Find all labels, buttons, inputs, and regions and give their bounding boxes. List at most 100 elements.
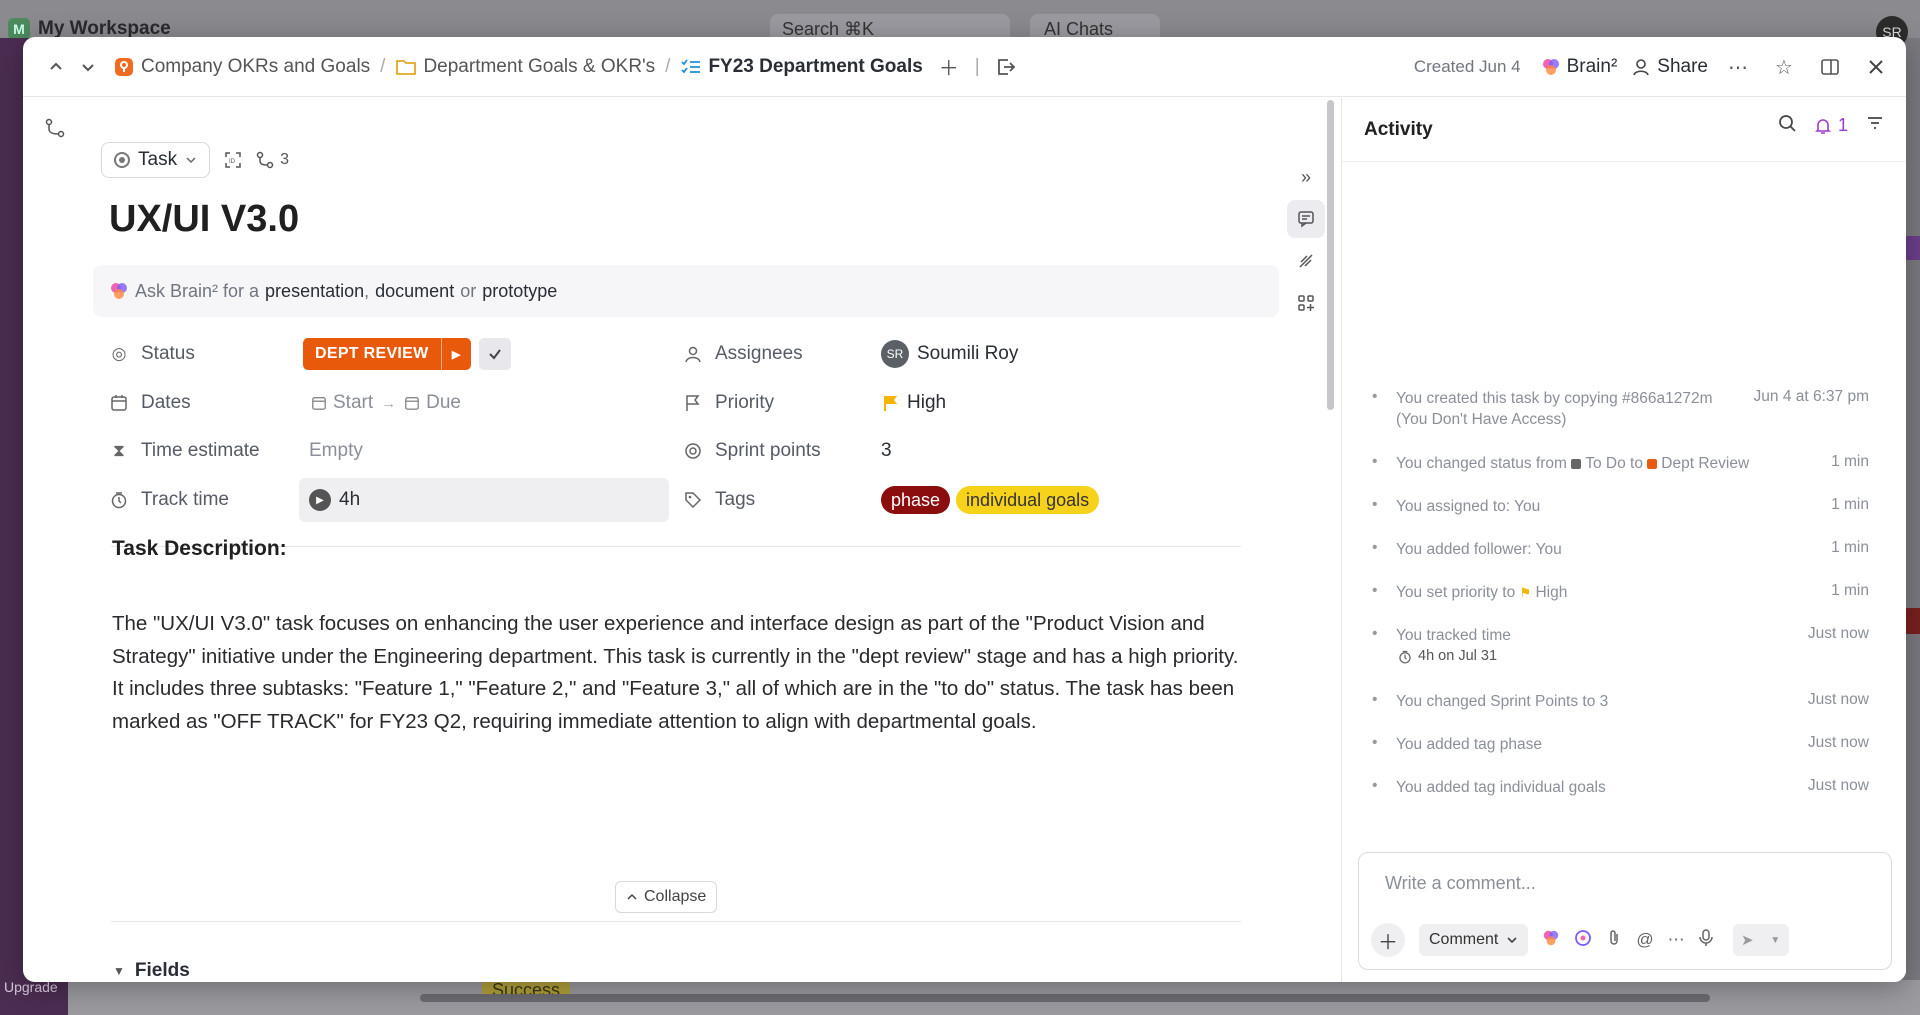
tag-icon [683, 490, 703, 510]
send-button[interactable]: ➤ ▼ [1732, 924, 1789, 956]
priority-value[interactable]: High [883, 381, 946, 425]
add-attachment-button[interactable]: ＋ [1371, 923, 1405, 957]
ask-or: or [460, 280, 477, 301]
activity-panel: Activity 1 • You created this task by co… [1341, 98, 1906, 982]
background-side-tab [1904, 236, 1920, 260]
background-horizontal-scrollbar[interactable] [420, 994, 1710, 1002]
time-estimate-value[interactable]: Empty [309, 429, 363, 473]
dates-value: Start → Due [311, 381, 461, 425]
status-icon: ◎ [111, 344, 127, 363]
favorite-star-icon[interactable]: ☆ [1768, 51, 1800, 83]
previous-task-button[interactable] [39, 50, 73, 84]
brain-icon[interactable] [1542, 929, 1560, 952]
comment-type-label: Comment [1429, 931, 1499, 948]
fields-section-toggle[interactable]: ▼ Fields [113, 960, 190, 982]
tag-individual-goals[interactable]: individual goals [956, 486, 1100, 514]
breadcrumb-label: Department Goals & OKR's [423, 55, 656, 77]
add-icon[interactable]: ＋ [933, 51, 965, 83]
task-id-button[interactable]: ID [224, 151, 242, 169]
brain-icon [111, 283, 127, 299]
task-type-selector[interactable]: Task [101, 142, 211, 178]
breadcrumb-list[interactable]: FY23 Department Goals [680, 55, 923, 78]
hourglass-icon: ⧗ [113, 441, 125, 460]
track-time-button[interactable]: ▶ 4h [299, 478, 669, 522]
next-task-button[interactable] [71, 50, 105, 84]
field-label: ◎ Status [109, 343, 195, 365]
task-title[interactable]: UX/UI V3.0 [109, 198, 299, 241]
activity-header: Activity 1 [1342, 98, 1906, 162]
brain-button[interactable]: Brain² [1541, 56, 1618, 78]
breadcrumb-folder[interactable]: Department Goals & OKR's [395, 56, 655, 78]
apps-icon[interactable] [1287, 284, 1325, 322]
comment-input[interactable]: Write a comment... [1385, 873, 1536, 894]
breadcrumb-label: FY23 Department Goals [708, 55, 923, 77]
priority-label: High [907, 392, 947, 413]
breadcrumb-space[interactable]: Company OKRs and Goals [113, 56, 370, 78]
link-icon[interactable] [1287, 242, 1325, 280]
collapse-button[interactable]: Collapse [615, 881, 718, 913]
share-button[interactable]: Share [1631, 56, 1708, 78]
more-options-icon[interactable]: ⋯ [1722, 51, 1754, 83]
task-main: Task ID 3 UX/UI V3.0 Ask Brain² for a pr… [23, 98, 1339, 982]
tag-phase[interactable]: phase [881, 486, 951, 514]
relationship-icon[interactable] [45, 118, 65, 144]
stopwatch-icon [1399, 650, 1411, 663]
mention-icon[interactable]: @ [1636, 930, 1653, 950]
ai-assist-icon[interactable] [1574, 929, 1592, 952]
breadcrumb-separator: / [665, 55, 671, 77]
filter-icon[interactable] [1866, 114, 1884, 137]
topbar-actions: Created Jun 4 Brain² Share ⋯ ☆ [1414, 37, 1892, 97]
comment-icon[interactable] [1287, 200, 1325, 238]
close-icon[interactable] [1860, 51, 1892, 83]
due-date-button[interactable]: Due [404, 392, 461, 414]
content-scrollbar[interactable] [1327, 100, 1334, 410]
fields-section-title: Fields [134, 960, 190, 981]
move-out-icon[interactable] [990, 51, 1022, 83]
task-type-icon [114, 152, 130, 168]
activity-title: Activity [1364, 118, 1433, 140]
expand-panel-icon[interactable]: » [1287, 158, 1325, 196]
status-dropdown[interactable]: DEPT REVIEW ▶ [303, 338, 471, 370]
attachment-icon[interactable] [1606, 929, 1622, 952]
subtasks-count[interactable]: 3 [256, 151, 289, 169]
ask-document-link[interactable]: document [375, 281, 454, 302]
share-label: Share [1657, 56, 1708, 77]
status-label: DEPT REVIEW [315, 345, 429, 362]
field-track-time: Track time [109, 478, 229, 522]
description-body[interactable]: The "UX/UI V3.0" task focuses on enhanci… [112, 608, 1252, 738]
task-type-bar: Task ID 3 [101, 142, 289, 178]
ask-presentation-link[interactable]: presentation, [265, 281, 369, 302]
ask-brain-bar[interactable]: Ask Brain² for a presentation, document … [93, 265, 1279, 317]
status-square-icon [1571, 458, 1582, 469]
ask-prototype-link[interactable]: prototype [482, 281, 557, 302]
flag-outline-icon [683, 393, 703, 413]
person-icon [683, 344, 703, 364]
brain-label: Brain² [1566, 56, 1618, 77]
chevron-down-icon [186, 157, 196, 164]
field-time-estimate: ⧗ Time estimate [109, 429, 260, 473]
next-status-arrow-icon[interactable]: ▶ [440, 338, 471, 370]
task-id-icon: ID [225, 152, 241, 168]
assignee-value[interactable]: SR Soumili Roy [881, 338, 1018, 370]
complete-task-button[interactable] [478, 338, 511, 370]
breadcrumb: Company OKRs and Goals / Department Goal… [113, 51, 1022, 83]
space-icon [113, 56, 135, 78]
calendar-icon [405, 397, 420, 410]
search-icon[interactable] [1778, 114, 1796, 137]
chevron-down-icon[interactable]: ▼ [1770, 935, 1780, 946]
play-icon[interactable]: ▶ [309, 489, 331, 511]
bell-icon [1815, 118, 1831, 134]
field-sprint-points: Sprint points [683, 429, 821, 473]
tracked-time-value: 4h [339, 489, 361, 510]
microphone-icon[interactable] [1698, 928, 1713, 952]
sidebar-toggle-icon[interactable] [1814, 51, 1846, 83]
breadcrumb-separator: / [380, 55, 386, 77]
comment-type-dropdown[interactable]: Comment [1419, 924, 1529, 956]
notifications-button[interactable]: 1 [1814, 115, 1848, 136]
start-date-button[interactable]: Start [311, 392, 373, 414]
sprint-points-value[interactable]: 3 [881, 429, 892, 473]
stopwatch-icon [109, 490, 129, 510]
more-options-icon[interactable]: ⋯ [1668, 930, 1685, 950]
comment-composer[interactable]: Write a comment... ＋ Comment @ ⋯ ➤ ▼ [1358, 852, 1892, 970]
chevron-down-icon [82, 63, 94, 71]
